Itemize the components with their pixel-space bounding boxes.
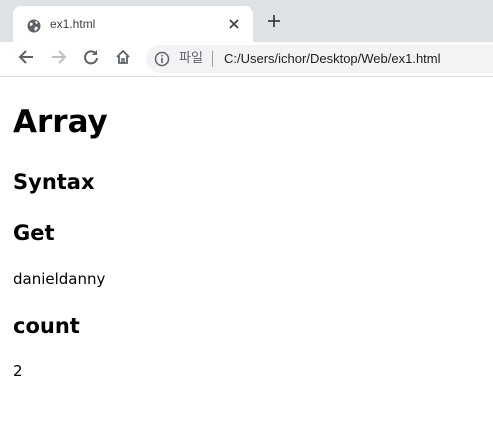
section-heading-syntax: Syntax (13, 170, 95, 194)
close-icon[interactable] (225, 15, 243, 33)
reload-icon (83, 49, 99, 69)
tab-title: ex1.html (50, 17, 96, 31)
divider (212, 51, 213, 67)
address-bar[interactable]: 파일 C:/Users/ichor/Desktop/Web/ex1.html (146, 45, 493, 73)
section-heading-count: count (13, 314, 80, 338)
toolbar: 파일 C:/Users/ichor/Desktop/Web/ex1.html (0, 42, 493, 77)
new-tab-button[interactable] (263, 11, 285, 33)
window-edge (0, 0, 4, 42)
home-button[interactable] (112, 48, 134, 70)
url-text[interactable]: C:/Users/ichor/Desktop/Web/ex1.html (224, 50, 441, 68)
tab-strip: ex1.html (0, 0, 493, 42)
back-button[interactable] (15, 48, 37, 70)
section-heading-get: Get (13, 221, 55, 245)
home-icon (115, 49, 131, 69)
arrow-right-icon (51, 49, 67, 69)
page-heading: Array (13, 104, 108, 140)
globe-icon (27, 18, 41, 33)
plus-icon (267, 13, 281, 32)
get-output-text: danieldanny (13, 270, 106, 288)
forward-button[interactable] (48, 48, 70, 70)
info-icon[interactable] (154, 51, 170, 67)
origin-chip-label[interactable]: 파일 (179, 50, 203, 68)
tab-active[interactable]: ex1.html (13, 6, 253, 42)
count-output-text: 2 (13, 362, 23, 380)
arrow-left-icon (18, 49, 34, 69)
reload-button[interactable] (80, 48, 102, 70)
